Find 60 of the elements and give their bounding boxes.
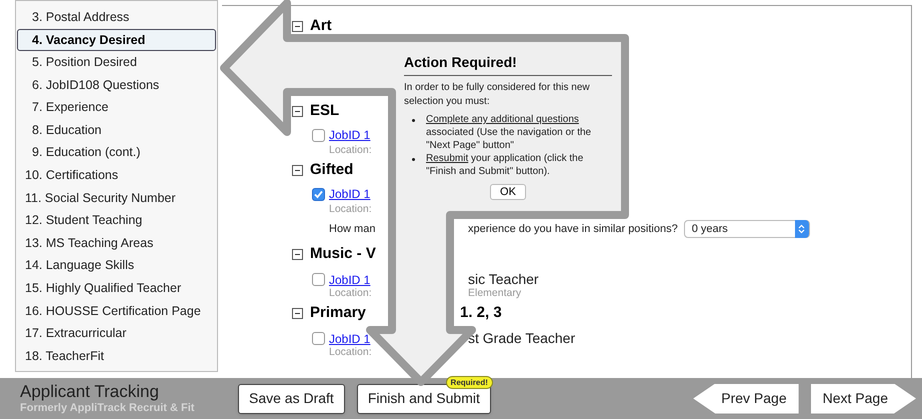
collapse-icon[interactable]	[292, 106, 303, 117]
sidebar-item[interactable]: 13. MS Teaching Areas	[17, 232, 216, 255]
dialog-text: In order to be fully considered for this new selection you must:	[404, 81, 591, 109]
sidebar-item[interactable]: 4. Vacancy Desired	[17, 28, 216, 52]
bullet-text: Resubmit your application (click the "Finish and Submit" button).	[426, 152, 584, 178]
section-title: Primary	[310, 303, 366, 323]
checkbox[interactable]	[312, 188, 325, 200]
section-title: Music - V	[310, 244, 376, 264]
sidebar-item[interactable]: 9. Education (cont.)	[17, 142, 216, 164]
checkbox[interactable]	[312, 332, 325, 345]
bullet-text: Complete any additional questions associated (Use the navigation or the "Next Page" button"	[426, 113, 592, 152]
location-text: Location:	[329, 345, 372, 360]
dialog-link[interactable]: Resubmit	[426, 153, 468, 164]
footer-button[interactable]: Save as Draft	[238, 384, 345, 414]
bullet-icon	[412, 158, 415, 161]
sidebar-item[interactable]: 17. Extracurricular	[17, 322, 216, 345]
collapse-icon[interactable]	[292, 248, 303, 260]
section-title: Art	[310, 16, 332, 36]
sidebar-item[interactable]: 18. TeacherFit	[17, 344, 216, 368]
required-badge: Required!	[446, 376, 493, 388]
location-text: Location:	[329, 143, 372, 158]
location-text: Elementary	[468, 286, 522, 301]
sidebar-item[interactable]: 16. HOUSSE Certification Page	[17, 300, 216, 322]
section-title: ESL	[310, 101, 340, 121]
job-link[interactable]: JobID 1	[329, 126, 370, 144]
sidebar-item[interactable]: 5. Position Desired	[17, 51, 216, 74]
question-text: How man	[329, 222, 376, 237]
job-link[interactable]: JobID 1	[329, 185, 370, 203]
sidebar-item[interactable]: 10. Certifications	[17, 164, 216, 187]
location-text: Location:	[329, 202, 372, 217]
years-dropdown[interactable]: 0 years	[684, 220, 810, 238]
job-title: sic Teacher	[468, 270, 539, 288]
dialog-link[interactable]: Complete any additional questions	[426, 114, 579, 125]
checkbox[interactable]	[312, 273, 325, 286]
checkbox[interactable]	[312, 128, 325, 142]
job-link[interactable]: JobID 1	[329, 330, 370, 348]
next-page-button[interactable]: Next Page	[810, 384, 916, 414]
sidebar-item[interactable]: 6. JobID108 Questions	[17, 74, 216, 96]
location-text: Location:	[329, 286, 372, 301]
job-link[interactable]: JobID 1	[329, 270, 370, 288]
sidebar-item[interactable]: 3. Postal Address	[17, 6, 216, 29]
sidebar-item[interactable]: 8. Education	[17, 118, 216, 142]
bullet-icon	[412, 119, 415, 122]
prev-page-button[interactable]: Prev Page	[693, 384, 799, 414]
section-title: Gifted	[310, 160, 354, 180]
collapse-icon[interactable]	[292, 164, 303, 176]
collapse-icon[interactable]	[292, 20, 303, 32]
ok-button[interactable]: OK	[490, 184, 526, 200]
app-subtitle: Formerly AppliTrack Recruit & Fit	[20, 402, 196, 415]
sidebar-item[interactable]: 15. Highly Qualified Teacher	[17, 277, 216, 300]
sidebar-item[interactable]: 11. Social Security Number	[17, 186, 216, 210]
section-title: 1. 2, 3	[460, 303, 502, 323]
dialog-title: Action Required!	[404, 52, 612, 76]
sidebar-item[interactable]: 12. Student Teaching	[17, 209, 216, 232]
stepper-icon	[794, 220, 809, 238]
collapse-icon[interactable]	[292, 308, 303, 319]
sidebar-item[interactable]: 14. Language Skills	[17, 254, 216, 278]
app-title: Applicant Tracking	[20, 382, 160, 402]
question-text: xperience do you have in similar positions?	[468, 222, 678, 237]
sidebar-item[interactable]: 7. Experience	[17, 96, 216, 119]
